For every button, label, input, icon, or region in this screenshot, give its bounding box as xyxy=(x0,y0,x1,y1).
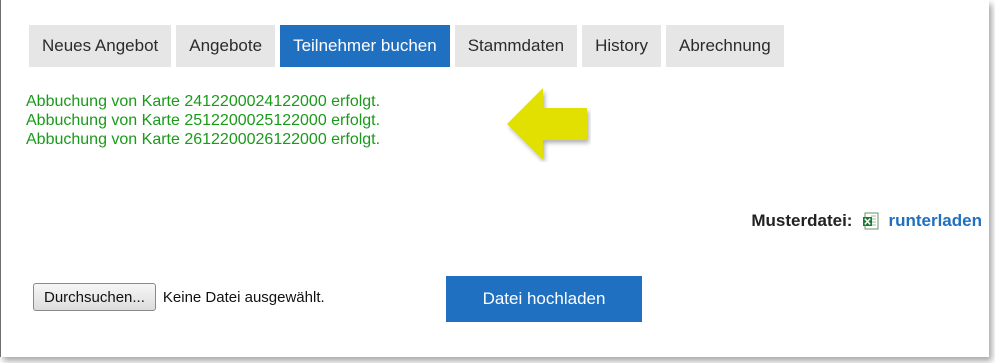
upload-button[interactable]: Datei hochladen xyxy=(446,276,642,322)
tab-bar: Neues Angebot Angebote Teilnehmer buchen… xyxy=(29,25,784,67)
musterdatei-label: Musterdatei: xyxy=(751,211,853,230)
success-message: Abbuchung von Karte 2512200025122000 erf… xyxy=(26,112,381,129)
selected-file-text: Keine Datei ausgewählt. xyxy=(162,288,325,306)
page-frame: Neues Angebot Angebote Teilnehmer buchen… xyxy=(0,0,989,357)
file-input-row: Durchsuchen... Keine Datei ausgewählt. xyxy=(33,283,325,311)
highlight-arrow-icon xyxy=(507,88,587,160)
success-messages: Abbuchung von Karte 2412200024122000 erf… xyxy=(26,92,380,149)
musterdatei-row: Musterdatei: runterladen xyxy=(751,211,982,231)
excel-file-icon[interactable] xyxy=(862,212,880,230)
download-link[interactable]: runterladen xyxy=(888,211,982,231)
tab-angebote[interactable]: Angebote xyxy=(176,25,276,67)
tab-abrechnung[interactable]: Abrechnung xyxy=(666,25,784,67)
browse-button[interactable]: Durchsuchen... xyxy=(33,283,156,311)
tab-stammdaten[interactable]: Stammdaten xyxy=(454,25,578,67)
tab-neues-angebot[interactable]: Neues Angebot xyxy=(29,25,172,67)
tab-history[interactable]: History xyxy=(582,25,662,67)
success-message: Abbuchung von Karte 2612200026122000 erf… xyxy=(26,131,381,148)
success-message: Abbuchung von Karte 2412200024122000 erf… xyxy=(26,93,381,110)
tab-teilnehmer-buchen[interactable]: Teilnehmer buchen xyxy=(280,25,450,67)
